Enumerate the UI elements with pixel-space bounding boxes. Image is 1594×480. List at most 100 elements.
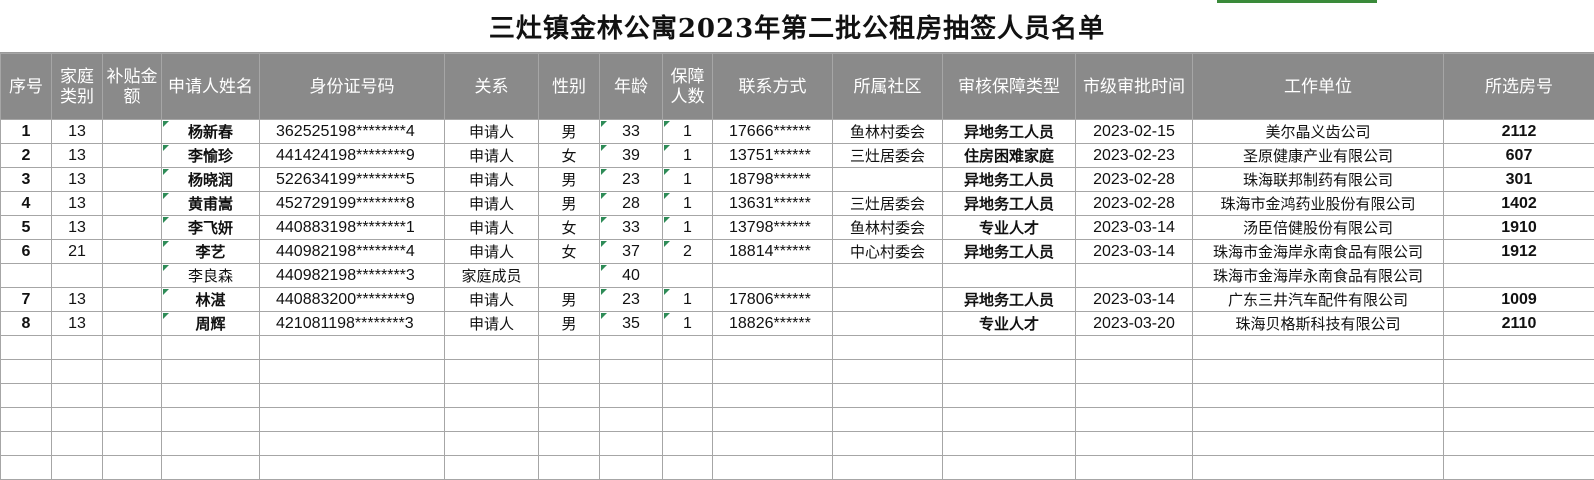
cell-approval-date[interactable]: 2023-02-23 bbox=[1076, 144, 1193, 168]
empty-cell[interactable] bbox=[713, 432, 833, 456]
cell-gender[interactable] bbox=[539, 264, 600, 288]
cell-subsidy[interactable] bbox=[103, 120, 162, 144]
empty-cell[interactable] bbox=[539, 432, 600, 456]
cell-id-number[interactable]: 440982198********4 bbox=[260, 240, 445, 264]
cell-approval-date[interactable]: 2023-03-14 bbox=[1076, 216, 1193, 240]
empty-cell[interactable] bbox=[1, 336, 52, 360]
empty-cell[interactable] bbox=[162, 360, 260, 384]
cell-employer[interactable]: 珠海贝格斯科技有限公司 bbox=[1193, 312, 1444, 336]
cell-relation[interactable]: 申请人 bbox=[445, 120, 539, 144]
header-subsidy[interactable]: 补贴金额 bbox=[103, 54, 162, 120]
cell-contact[interactable]: 17666****** bbox=[713, 120, 833, 144]
cell-contact[interactable]: 18826****** bbox=[713, 312, 833, 336]
cell-employer[interactable]: 珠海联邦制药有限公司 bbox=[1193, 168, 1444, 192]
header-relation[interactable]: 关系 bbox=[445, 54, 539, 120]
cell-age[interactable]: 39 bbox=[600, 144, 663, 168]
cell-employer[interactable]: 珠海市金海岸永南食品有限公司 bbox=[1193, 240, 1444, 264]
cell-contact[interactable]: 18814****** bbox=[713, 240, 833, 264]
empty-cell[interactable] bbox=[1193, 456, 1444, 480]
cell-age[interactable]: 28 bbox=[600, 192, 663, 216]
empty-cell[interactable] bbox=[713, 408, 833, 432]
empty-cell[interactable] bbox=[833, 336, 943, 360]
cell-approval-date[interactable]: 2023-02-15 bbox=[1076, 120, 1193, 144]
empty-cell[interactable] bbox=[1076, 408, 1193, 432]
cell-gender[interactable]: 男 bbox=[539, 288, 600, 312]
header-applicant-name[interactable]: 申请人姓名 bbox=[162, 54, 260, 120]
cell-applicant-name[interactable]: 黄甫嵩 bbox=[162, 192, 260, 216]
cell-employer[interactable]: 珠海市金海岸永南食品有限公司 bbox=[1193, 264, 1444, 288]
cell-id-number[interactable]: 440883200********9 bbox=[260, 288, 445, 312]
cell-relation[interactable]: 家庭成员 bbox=[445, 264, 539, 288]
empty-cell[interactable] bbox=[663, 384, 713, 408]
empty-cell[interactable] bbox=[103, 408, 162, 432]
cell-seq[interactable]: 5 bbox=[1, 216, 52, 240]
cell-community[interactable] bbox=[833, 264, 943, 288]
cell-id-number[interactable]: 440982198********3 bbox=[260, 264, 445, 288]
cell-approval-date[interactable]: 2023-03-14 bbox=[1076, 288, 1193, 312]
cell-approval-date[interactable]: 2023-03-20 bbox=[1076, 312, 1193, 336]
cell-community[interactable]: 鱼林村委会 bbox=[833, 120, 943, 144]
empty-cell[interactable] bbox=[600, 360, 663, 384]
cell-gender[interactable]: 男 bbox=[539, 192, 600, 216]
empty-cell[interactable] bbox=[1444, 336, 1594, 360]
cell-guarantee-type[interactable]: 专业人才 bbox=[943, 312, 1076, 336]
empty-cell[interactable] bbox=[663, 336, 713, 360]
cell-relation[interactable]: 申请人 bbox=[445, 312, 539, 336]
empty-cell[interactable] bbox=[1193, 432, 1444, 456]
header-approval-date[interactable]: 市级审批时间 bbox=[1076, 54, 1193, 120]
cell-community[interactable] bbox=[833, 288, 943, 312]
cell-room-number[interactable]: 2110 bbox=[1444, 312, 1594, 336]
cell-family-type[interactable] bbox=[52, 264, 103, 288]
empty-cell[interactable] bbox=[52, 360, 103, 384]
cell-applicant-name[interactable]: 杨晓润 bbox=[162, 168, 260, 192]
cell-age[interactable]: 35 bbox=[600, 312, 663, 336]
empty-cell[interactable] bbox=[162, 432, 260, 456]
cell-subsidy[interactable] bbox=[103, 216, 162, 240]
empty-cell[interactable] bbox=[1, 384, 52, 408]
empty-cell[interactable] bbox=[833, 384, 943, 408]
cell-room-number[interactable]: 1912 bbox=[1444, 240, 1594, 264]
cell-covered-count[interactable]: 2 bbox=[663, 240, 713, 264]
cell-applicant-name[interactable]: 李飞妍 bbox=[162, 216, 260, 240]
empty-cell[interactable] bbox=[1076, 456, 1193, 480]
header-covered-count[interactable]: 保障人数 bbox=[663, 54, 713, 120]
cell-family-type[interactable]: 13 bbox=[52, 144, 103, 168]
cell-seq[interactable]: 1 bbox=[1, 120, 52, 144]
cell-seq[interactable]: 7 bbox=[1, 288, 52, 312]
cell-family-type[interactable]: 21 bbox=[52, 240, 103, 264]
header-gender[interactable]: 性别 bbox=[539, 54, 600, 120]
empty-cell[interactable] bbox=[1444, 456, 1594, 480]
empty-cell[interactable] bbox=[162, 384, 260, 408]
cell-gender[interactable]: 男 bbox=[539, 120, 600, 144]
cell-covered-count[interactable]: 1 bbox=[663, 120, 713, 144]
cell-gender[interactable]: 男 bbox=[539, 168, 600, 192]
cell-approval-date[interactable]: 2023-03-14 bbox=[1076, 240, 1193, 264]
cell-family-type[interactable]: 13 bbox=[52, 120, 103, 144]
cell-community[interactable] bbox=[833, 168, 943, 192]
empty-cell[interactable] bbox=[1444, 384, 1594, 408]
header-age[interactable]: 年龄 bbox=[600, 54, 663, 120]
empty-cell[interactable] bbox=[663, 408, 713, 432]
empty-cell[interactable] bbox=[713, 456, 833, 480]
sheet-title[interactable]: 三灶镇金林公寓2023年第二批公租房抽签人员名单 bbox=[0, 0, 1594, 53]
empty-cell[interactable] bbox=[1193, 384, 1444, 408]
header-contact[interactable]: 联系方式 bbox=[713, 54, 833, 120]
empty-cell[interactable] bbox=[1, 360, 52, 384]
cell-subsidy[interactable] bbox=[103, 168, 162, 192]
cell-applicant-name[interactable]: 周辉 bbox=[162, 312, 260, 336]
cell-guarantee-type[interactable]: 异地务工人员 bbox=[943, 168, 1076, 192]
empty-cell[interactable] bbox=[539, 384, 600, 408]
cell-covered-count[interactable]: 1 bbox=[663, 312, 713, 336]
empty-cell[interactable] bbox=[713, 336, 833, 360]
empty-cell[interactable] bbox=[52, 384, 103, 408]
cell-approval-date[interactable]: 2023-02-28 bbox=[1076, 192, 1193, 216]
cell-contact[interactable]: 17806****** bbox=[713, 288, 833, 312]
cell-id-number[interactable]: 441424198********9 bbox=[260, 144, 445, 168]
empty-cell[interactable] bbox=[713, 360, 833, 384]
cell-subsidy[interactable] bbox=[103, 240, 162, 264]
cell-room-number[interactable]: 1009 bbox=[1444, 288, 1594, 312]
empty-cell[interactable] bbox=[600, 384, 663, 408]
cell-community[interactable]: 中心村委会 bbox=[833, 240, 943, 264]
cell-id-number[interactable]: 421081198********3 bbox=[260, 312, 445, 336]
empty-cell[interactable] bbox=[162, 336, 260, 360]
